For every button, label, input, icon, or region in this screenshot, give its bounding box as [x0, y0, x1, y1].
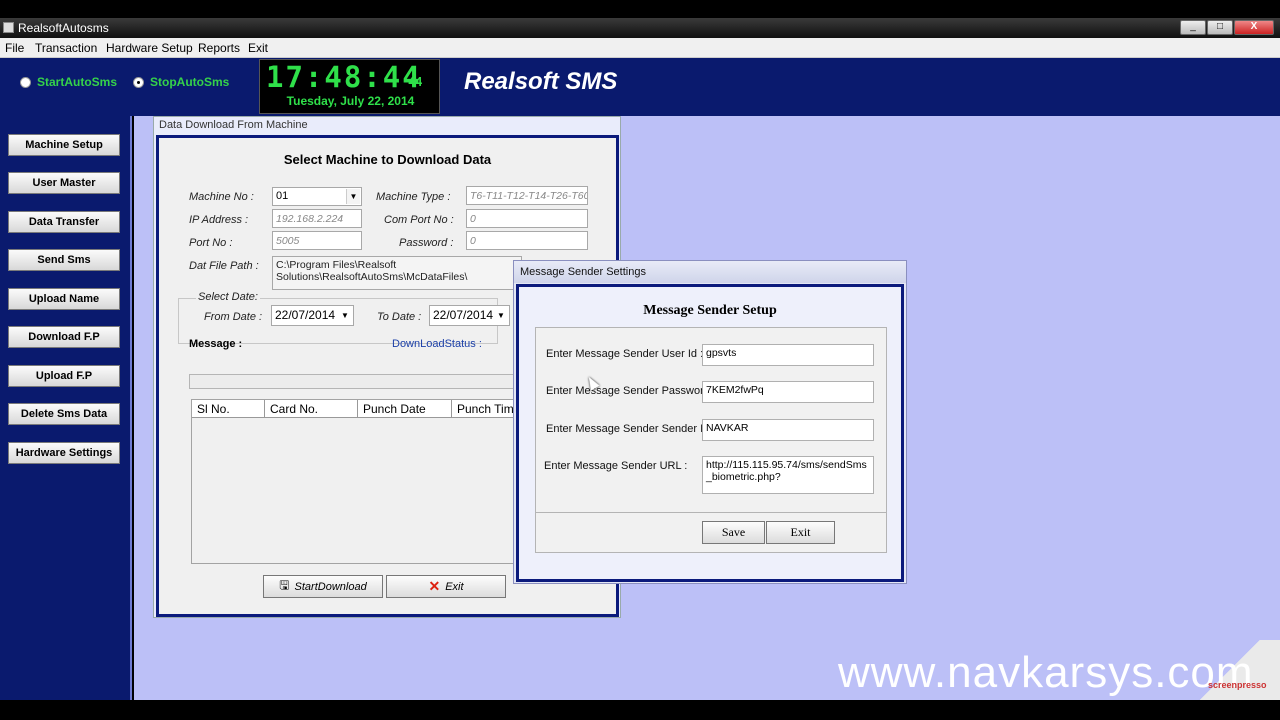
from-date-picker[interactable]: 22/07/2014 ▼ [271, 305, 354, 326]
download-exit-label: Exit [445, 580, 464, 593]
from-date-label: From Date : [204, 311, 263, 323]
sidebar-data-transfer-button[interactable]: Data Transfer [8, 211, 120, 233]
screenpresso-logo: screenpresso [1208, 680, 1267, 690]
sender-id-field[interactable]: NAVKAR [702, 419, 874, 441]
sender-password-label: Enter Message Sender Password : [546, 385, 716, 397]
header-band: StartAutoSms StopAutoSms 17:48:44 44 Tue… [0, 58, 1280, 116]
menu-hardware-setup[interactable]: Hardware Setup [106, 41, 193, 55]
watermark-text: www.navkarsys.com [838, 648, 1254, 697]
sidebar-machine-setup-button[interactable]: Machine Setup [8, 134, 120, 156]
ip-address-label: IP Address : [189, 214, 249, 226]
from-date-value: 22/07/2014 [275, 308, 336, 322]
clock-time: 17:48:44 [266, 60, 422, 94]
select-date-label: Select Date: [196, 291, 260, 303]
clock-date: Tuesday, July 22, 2014 [286, 94, 415, 108]
sidebar-upload-name-button[interactable]: Upload Name [8, 288, 120, 310]
chevron-down-icon: ▼ [497, 311, 505, 320]
close-icon: ✕ [428, 578, 441, 594]
brand-title: Realsoft SMS [464, 68, 618, 95]
sidebar: Machine Setup User Master Data Transfer … [0, 116, 132, 700]
port-no-label: Port No : [189, 237, 233, 249]
sender-user-label: Enter Message Sender User Id : [546, 348, 704, 360]
column-header-punch-date[interactable]: Punch Date [358, 400, 452, 418]
dat-path-field[interactable]: C:\Program Files\Realsoft Solutions\Real… [272, 256, 522, 290]
stop-auto-label: StopAutoSms [150, 75, 230, 89]
machine-type-field[interactable]: T6-T11-T12-T14-T26-T60 [466, 186, 588, 205]
chevron-down-icon: ▼ [346, 189, 360, 204]
stop-auto-radio[interactable]: StopAutoSms [133, 75, 229, 89]
message-sender-window: Message Sender Settings Message Sender S… [513, 260, 907, 584]
column-header-sl-no[interactable]: Sl No. [192, 400, 265, 418]
sender-exit-button[interactable]: Exit [766, 521, 835, 544]
download-heading: Select Machine to Download Data [283, 152, 492, 167]
menu-exit[interactable]: Exit [248, 41, 268, 55]
message-sender-frame: Message Sender Setup Enter Message Sende… [516, 284, 904, 582]
sidebar-send-sms-button[interactable]: Send Sms [8, 249, 120, 271]
chevron-down-icon: ▼ [341, 311, 349, 320]
menu-transaction[interactable]: Transaction [35, 41, 97, 55]
sidebar-download-fp-button[interactable]: Download F.P [8, 326, 120, 348]
com-port-label: Com Port No : [384, 214, 454, 226]
password-label: Password : [399, 237, 454, 249]
to-date-picker[interactable]: 22/07/2014 ▼ [429, 305, 510, 326]
message-sender-form: Enter Message Sender User Id : gpsvts En… [535, 327, 887, 553]
download-progress-bar [189, 374, 529, 389]
punch-data-grid[interactable]: Sl No. Card No. Punch Date Punch Time [191, 399, 532, 564]
minimize-button[interactable]: _ [1180, 20, 1206, 35]
machine-no-value: 01 [276, 190, 289, 202]
sidebar-user-master-button[interactable]: User Master [8, 172, 120, 194]
sidebar-upload-fp-button[interactable]: Upload F.P [8, 365, 120, 387]
sender-user-field[interactable]: gpsvts [702, 344, 874, 366]
menu-reports[interactable]: Reports [198, 41, 240, 55]
maximize-button[interactable]: □ [1207, 20, 1233, 35]
radio-on-icon [133, 76, 144, 88]
dat-path-line-2: Solutions\RealsoftAutoSms\McDataFiles\ [276, 271, 468, 283]
column-header-card-no[interactable]: Card No. [265, 400, 358, 418]
clock-seconds: 44 [408, 75, 423, 89]
sidebar-hardware-settings-button[interactable]: Hardware Settings [8, 442, 120, 464]
dat-path-label: Dat File Path : [189, 260, 259, 272]
sidebar-delete-sms-data-button[interactable]: Delete Sms Data [8, 403, 120, 425]
password-field[interactable]: 0 [466, 231, 588, 250]
message-sender-heading: Message Sender Setup [643, 303, 777, 318]
to-date-label: To Date : [377, 311, 422, 323]
window-title: RealsoftAutosms [18, 21, 109, 35]
machine-type-label: Machine Type : [376, 191, 451, 203]
radio-off-icon [20, 76, 31, 88]
close-button[interactable]: X [1234, 20, 1274, 35]
start-auto-label: StartAutoSms [37, 75, 118, 89]
download-exit-button[interactable]: ✕ Exit [386, 575, 506, 598]
dat-path-line-1: C:\Program Files\Realsoft [276, 259, 397, 271]
sender-id-label: Enter Message Sender Sender Id : [546, 423, 716, 435]
start-download-button[interactable]: 🖫 StartDownload [263, 575, 383, 598]
app-icon [3, 22, 14, 33]
window-titlebar: RealsoftAutosms _ □ X [0, 18, 1280, 38]
machine-no-label: Machine No : [189, 191, 254, 203]
to-date-value: 22/07/2014 [433, 308, 494, 322]
message-sender-caption: Message Sender Settings [514, 261, 906, 283]
sender-url-label: Enter Message Sender URL : [544, 460, 688, 472]
menu-file[interactable]: File [5, 41, 24, 55]
download-status-label: DownLoadStatus : [392, 338, 482, 350]
ip-address-field[interactable]: 192.168.2.224 [272, 209, 362, 228]
com-port-field[interactable]: 0 [466, 209, 588, 228]
port-no-field[interactable]: 5005 [272, 231, 362, 250]
download-window-caption: Data Download From Machine [159, 119, 308, 131]
machine-no-select[interactable]: 01 ▼ [272, 187, 362, 206]
sender-password-field[interactable]: 7KEM2fwPq [702, 381, 874, 403]
sender-save-button[interactable]: Save [702, 521, 765, 544]
message-label: Message : [189, 338, 243, 350]
form-divider [536, 512, 886, 513]
start-auto-radio[interactable]: StartAutoSms [20, 75, 117, 89]
digital-clock: 17:48:44 44 Tuesday, July 22, 2014 [259, 59, 440, 114]
sender-url-field[interactable]: http://115.115.95.74/sms/sendSms_biometr… [702, 456, 874, 494]
start-download-label: StartDownload [294, 580, 367, 593]
download-icon: 🖫 [279, 578, 290, 592]
menu-bar: File Transaction Hardware Setup Reports … [0, 38, 1280, 58]
